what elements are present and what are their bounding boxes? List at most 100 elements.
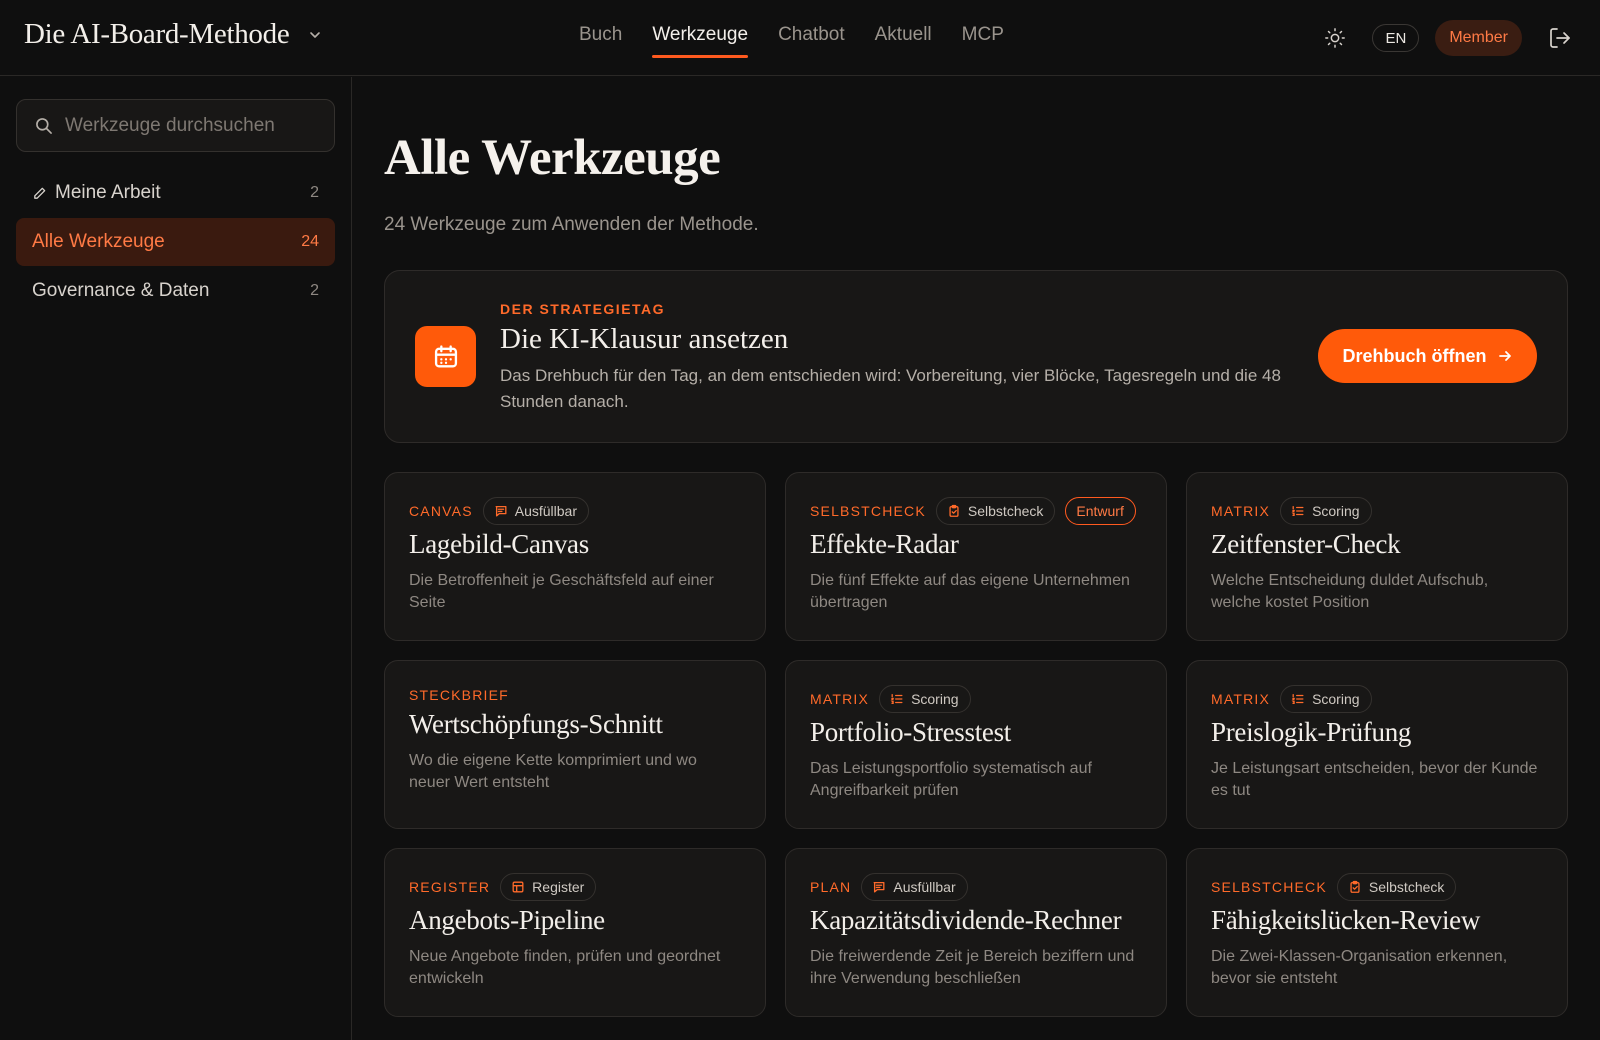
card-title: Zeitfenster-Check <box>1211 529 1401 559</box>
card-badge-label: Ausfüllbar <box>893 879 956 895</box>
sun-icon[interactable] <box>1324 27 1346 49</box>
feature-title: Die KI-Klausur ansetzen <box>500 323 789 355</box>
tool-card[interactable]: CANVAS Ausfüllbar Lagebild-Canvas Die Be… <box>384 472 766 641</box>
sidebar-item-count: 24 <box>301 233 319 250</box>
sidebar: Meine Arbeit 2 Alle Werkzeuge 24 Governa… <box>0 77 352 1040</box>
card-description: Die Betroffenheit je Geschäftsfeld auf e… <box>409 572 714 611</box>
top-header: Die AI-Board-Methode Buch Werkzeuge Chat… <box>0 0 1600 76</box>
card-category: REGISTER <box>409 879 491 895</box>
page-subtitle: 24 Werkzeuge zum Anwenden der Methode. <box>384 214 759 235</box>
card-tags: REGISTER Register <box>409 873 597 901</box>
card-description: Das Leistungsportfolio systematisch auf … <box>810 760 1092 799</box>
tool-card[interactable]: STECKBRIEF Wertschöpfungs-Schnitt Wo die… <box>384 660 766 829</box>
sidebar-item-governance[interactable]: Governance & Daten 2 <box>16 267 335 315</box>
card-tags: MATRIX Scoring <box>1211 685 1372 713</box>
tool-card[interactable]: MATRIX Scoring Portfolio-Stresstest Das … <box>785 660 1167 829</box>
card-title: Kapazitätsdividende-Rechner <box>810 905 1122 935</box>
list-icon <box>1291 505 1304 517</box>
card-title: Lagebild-Canvas <box>409 529 589 559</box>
sidebar-item-label: Alle Werkzeuge <box>32 231 165 252</box>
clipboard-icon <box>1350 880 1360 893</box>
main-nav: Buch Werkzeuge Chatbot Aktuell MCP <box>579 24 1004 58</box>
language-toggle[interactable]: EN <box>1372 24 1420 52</box>
card-badge: Selbstcheck <box>1336 873 1457 901</box>
card-badge-label: Ausfüllbar <box>514 503 577 519</box>
nav-chatbot[interactable]: Chatbot <box>778 24 845 58</box>
nav-buch[interactable]: Buch <box>579 24 622 58</box>
card-category: SELBSTCHECK <box>1211 879 1327 895</box>
nav-werkzeuge[interactable]: Werkzeuge <box>652 24 748 58</box>
chat-icon <box>873 881 885 893</box>
nav-mcp[interactable]: MCP <box>962 24 1004 58</box>
member-badge[interactable]: Member <box>1435 20 1522 56</box>
sidebar-item-count: 2 <box>310 282 319 299</box>
card-badge: Scoring <box>879 685 971 713</box>
sidebar-item-count: 2 <box>310 184 319 201</box>
card-category: PLAN <box>810 879 852 895</box>
brand-switcher[interactable]: Die AI-Board-Methode <box>24 18 323 51</box>
nav-aktuell[interactable]: Aktuell <box>875 24 932 58</box>
feature-eyebrow: DER STRATEGIETAG <box>500 301 666 317</box>
card-tags: PLAN Ausfüllbar <box>810 873 968 901</box>
draft-badge: Entwurf <box>1065 497 1136 525</box>
tool-card[interactable]: MATRIX Scoring Zeitfenster-Check Welche … <box>1186 472 1568 641</box>
tool-card[interactable]: PLAN Ausfüllbar Kapazitätsdividende-Rech… <box>785 848 1167 1017</box>
tool-card[interactable]: REGISTER Register Angebots-Pipeline Neue… <box>384 848 766 1017</box>
card-description: Wo die eigene Kette komprimiert und wo n… <box>409 752 697 791</box>
card-badge: Register <box>500 873 597 901</box>
header-actions: EN Member <box>1324 20 1572 56</box>
card-tags: CANVAS Ausfüllbar <box>409 497 589 525</box>
open-screenplay-button[interactable]: Drehbuch öffnen <box>1318 329 1537 383</box>
card-badge-label: Scoring <box>1312 691 1360 707</box>
card-title: Angebots-Pipeline <box>409 905 605 935</box>
card-badge-label: Selbstcheck <box>967 503 1044 519</box>
card-category: MATRIX <box>810 691 870 707</box>
card-badge-label: Register <box>532 879 585 895</box>
card-badge: Selbstcheck <box>935 497 1056 525</box>
card-badge-label: Scoring <box>1312 503 1360 519</box>
clipboard-icon <box>949 504 959 517</box>
card-badge: Ausfüllbar <box>482 497 589 525</box>
sidebar-item-label: Governance & Daten <box>32 280 210 301</box>
card-tags: SELBSTCHECK Selbstcheck Entwurf <box>810 497 1136 525</box>
page-title: Alle Werkzeuge <box>384 130 721 186</box>
card-description: Die freiwerdende Zeit je Bereich beziffe… <box>810 948 1135 987</box>
feature-icon-tile <box>415 326 476 387</box>
tool-card[interactable]: SELBSTCHECK Selbstcheck Entwurf Effekte-… <box>785 472 1167 641</box>
card-title: Effekte-Radar <box>810 529 959 559</box>
card-description: Die Zwei-Klassen-Organisation erkennen, … <box>1211 948 1508 987</box>
card-description: Neue Angebote finden, prüfen und geordne… <box>409 948 721 987</box>
card-category: STECKBRIEF <box>409 687 509 703</box>
list-icon <box>890 693 903 705</box>
card-title: Fähigkeitslücken-Review <box>1211 905 1481 935</box>
card-category: SELBSTCHECK <box>810 503 926 519</box>
card-badge: Scoring <box>1280 685 1372 713</box>
card-category: MATRIX <box>1211 691 1271 707</box>
card-title: Portfolio-Stresstest <box>810 717 1011 747</box>
chevron-down-icon <box>310 31 321 38</box>
card-badge: Ausfüllbar <box>861 873 968 901</box>
sidebar-item-label: Meine Arbeit <box>55 182 161 203</box>
card-title: Wertschöpfungs-Schnitt <box>409 709 663 739</box>
search-box <box>16 99 335 152</box>
tool-card[interactable]: MATRIX Scoring Preislogik-Prüfung Je Lei… <box>1186 660 1568 829</box>
card-description: Welche Entscheidung duldet Aufschub, wel… <box>1211 572 1489 611</box>
feature-card: DER STRATEGIETAG Die KI-Klausur ansetzen… <box>384 270 1568 443</box>
logout-icon[interactable] <box>1548 26 1572 50</box>
arrow-right-icon <box>1498 351 1511 361</box>
sidebar-item-meine-arbeit[interactable]: Meine Arbeit 2 <box>16 169 335 217</box>
search-input[interactable] <box>65 100 325 151</box>
card-category: MATRIX <box>1211 503 1271 519</box>
cta-label: Drehbuch öffnen <box>1342 345 1487 366</box>
feature-description: Das Drehbuch für den Tag, an dem entschi… <box>500 366 1281 411</box>
card-tags: STECKBRIEF <box>409 681 509 709</box>
search-icon <box>36 118 52 134</box>
chat-icon <box>495 505 507 517</box>
card-description: Die fünf Effekte auf das eigene Unterneh… <box>810 572 1130 611</box>
sidebar-item-alle-werkzeuge[interactable]: Alle Werkzeuge 24 <box>16 218 335 266</box>
list-icon <box>1291 693 1304 705</box>
card-badge-label: Selbstcheck <box>1368 879 1445 895</box>
sidebar-list: Meine Arbeit 2 Alle Werkzeuge 24 Governa… <box>16 169 335 316</box>
tool-card[interactable]: SELBSTCHECK Selbstcheck Fähigkeitslücken… <box>1186 848 1568 1017</box>
calendar-icon <box>434 344 457 367</box>
